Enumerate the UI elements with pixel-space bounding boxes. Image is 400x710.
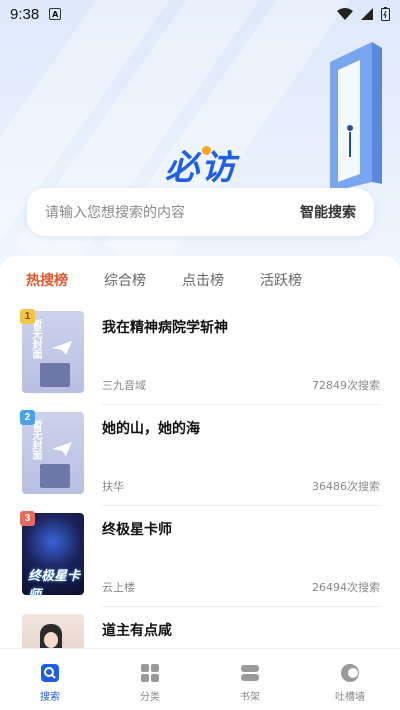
cover-placeholder-text: 暂无封面 bbox=[30, 420, 41, 460]
comment-wall-icon bbox=[341, 664, 359, 682]
nav-label: 分类 bbox=[140, 692, 160, 703]
list-item[interactable]: 道主有点咸 bbox=[0, 614, 400, 648]
list-item[interactable]: 暂无封面 2 她的山，她的海 扶华 36486次搜索 bbox=[0, 410, 400, 512]
search-count: 72849次搜索 bbox=[312, 379, 380, 392]
nav-label: 吐槽墙 bbox=[335, 692, 365, 703]
cover-placeholder-text: 暂无封面 bbox=[30, 319, 41, 359]
nav-label: 书架 bbox=[240, 692, 260, 703]
tab-overall[interactable]: 综合榜 bbox=[104, 270, 146, 290]
book-title[interactable]: 我在精神病院学斩神 bbox=[102, 317, 228, 337]
list-item[interactable]: 暂无封面 1 我在精神病院学斩神 三九音域 72849次搜索 bbox=[0, 309, 400, 411]
search-icon bbox=[41, 664, 59, 682]
nav-comment-wall[interactable]: 吐槽墙 bbox=[300, 649, 400, 710]
book-title[interactable]: 她的山，她的海 bbox=[102, 418, 200, 438]
book-cover bbox=[22, 614, 84, 648]
rank-badge: 3 bbox=[20, 511, 35, 526]
search-box[interactable]: 请输入您想搜索的内容 智能搜索 bbox=[27, 188, 374, 236]
category-icon bbox=[141, 664, 159, 682]
bookshelf-icon bbox=[241, 665, 259, 681]
book-title[interactable]: 道主有点咸 bbox=[102, 620, 172, 640]
status-bar: 9:38 A bbox=[0, 0, 400, 28]
book-author: 云上楼 bbox=[102, 581, 135, 594]
tab-clicks[interactable]: 点击榜 bbox=[182, 270, 224, 290]
battery-icon bbox=[381, 7, 390, 21]
bottom-nav: 搜索 分类 书架 吐槽墙 bbox=[0, 648, 400, 710]
divider bbox=[102, 505, 380, 506]
search-count: 26494次搜索 bbox=[312, 581, 380, 594]
divider bbox=[102, 606, 380, 607]
rank-badge: 2 bbox=[20, 410, 35, 425]
status-time: 9:38 bbox=[10, 5, 40, 23]
tab-active[interactable]: 活跃榜 bbox=[260, 270, 302, 290]
signal-icon bbox=[361, 8, 373, 20]
open-door-illustration bbox=[330, 42, 382, 192]
nav-label: 搜索 bbox=[40, 692, 60, 703]
divider bbox=[102, 404, 380, 405]
logo-dot bbox=[202, 146, 211, 155]
book-author: 三九音域 bbox=[102, 379, 146, 392]
ranking-tabs: 热搜榜 综合榜 点击榜 活跃榜 bbox=[26, 270, 338, 290]
book-title[interactable]: 终极星卡师 bbox=[102, 519, 172, 539]
nav-search[interactable]: 搜索 bbox=[0, 649, 100, 710]
paper-plane-icon bbox=[52, 341, 72, 355]
notification-icon: A bbox=[49, 8, 62, 20]
book-author: 扶华 bbox=[102, 480, 124, 493]
smart-search-button[interactable]: 智能搜索 bbox=[300, 202, 356, 222]
paper-plane-icon bbox=[52, 442, 72, 456]
search-input[interactable]: 请输入您想搜索的内容 bbox=[45, 202, 185, 222]
cover-title-text: 终极星卡师 bbox=[28, 569, 81, 595]
tab-hot-search[interactable]: 热搜榜 bbox=[26, 270, 68, 290]
rank-badge: 1 bbox=[20, 309, 35, 324]
nav-category[interactable]: 分类 bbox=[100, 649, 200, 710]
app-logo: 必访 bbox=[165, 148, 237, 188]
search-count: 36486次搜索 bbox=[312, 480, 380, 493]
nav-bookshelf[interactable]: 书架 bbox=[200, 649, 300, 710]
list-item[interactable]: 终极星卡师 3 终极星卡师 云上楼 26494次搜索 bbox=[0, 511, 400, 613]
ranking-panel: 热搜榜 综合榜 点击榜 活跃榜 暂无封面 1 我在精神病院学斩神 三九音域 72… bbox=[0, 256, 400, 648]
wifi-icon bbox=[337, 8, 353, 20]
